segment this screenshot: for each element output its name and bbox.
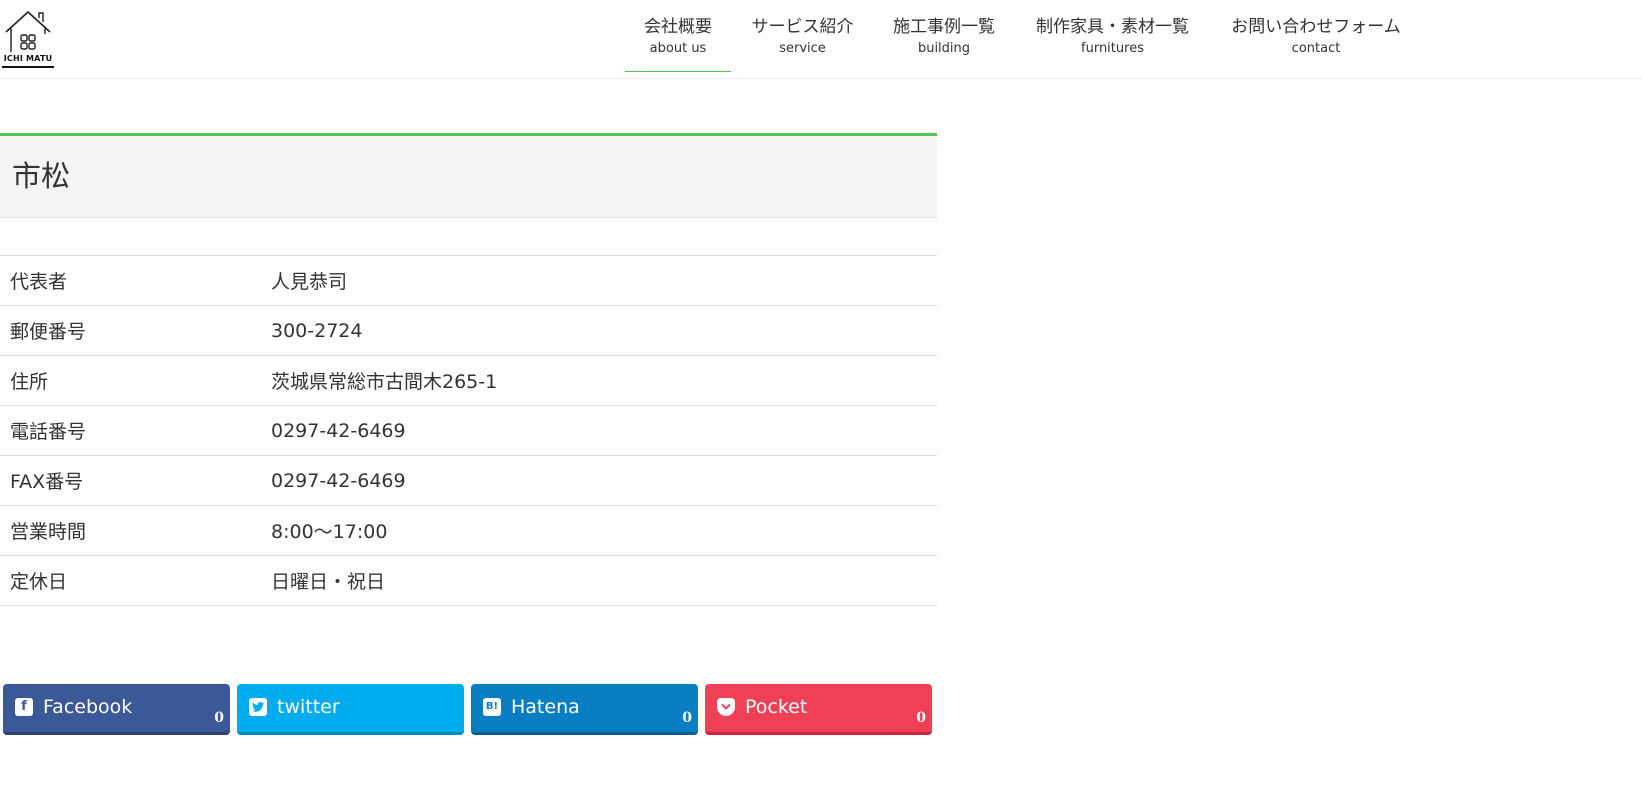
nav-item-label: サービス紹介 [751,17,854,37]
site-logo[interactable]: ICHI MATU [2,10,54,70]
share-label: twitter [277,696,340,718]
house-logo-icon [5,10,51,52]
share-count: 0 [214,710,224,726]
row-value: 0297-42-6469 [261,455,937,506]
table-row: 郵便番号 300-2724 [0,305,937,356]
table-row: FAX番号 0297-42-6469 [0,455,937,506]
facebook-icon: f [15,698,33,716]
share-count: 0 [682,710,692,726]
site-header: ICHI MATU 会社概要 about us サービス紹介 service 施… [0,0,1642,79]
logo-underline [2,66,54,68]
share-label: Facebook [43,696,133,718]
row-label: 代表者 [0,255,261,306]
share-label: Pocket [745,696,808,718]
row-label: 住所 [0,355,261,406]
hatena-share-button[interactable]: B! Hatena 0 [471,684,698,735]
row-label: 定休日 [0,555,261,606]
table-row: 住所 茨城県常総市古間木265-1 [0,355,937,406]
row-value: 8:00～17:00 [261,505,937,556]
nav-item-sublabel: furnitures [1081,41,1144,56]
pocket-share-button[interactable]: Pocket 0 [705,684,932,735]
row-label: 営業時間 [0,505,261,556]
row-label: 電話番号 [0,405,261,456]
table-row: 電話番号 0297-42-6469 [0,405,937,456]
main-nav: 会社概要 about us サービス紹介 service 施工事例一覧 buil… [625,0,1421,78]
row-value: 300-2724 [261,305,937,356]
nav-item-label: お問い合わせフォーム [1231,17,1401,37]
nav-item-contact[interactable]: お問い合わせフォーム contact [1211,0,1421,72]
nav-item-service[interactable]: サービス紹介 service [731,0,874,72]
nav-item-label: 施工事例一覧 [893,17,995,37]
page-title: 市松 [12,159,71,193]
row-value: 日曜日・祝日 [261,555,937,606]
share-count: 0 [916,710,926,726]
row-value: 0297-42-6469 [261,405,937,456]
twitter-icon [249,698,267,716]
row-label: 郵便番号 [0,305,261,356]
logo-text: ICHI MATU [3,54,53,63]
nav-item-sublabel: contact [1291,41,1341,56]
pocket-icon [717,698,735,716]
nav-item-sublabel: service [779,41,826,56]
nav-item-about-us[interactable]: 会社概要 about us [625,0,731,72]
table-row: 営業時間 8:00～17:00 [0,505,937,556]
nav-item-sublabel: about us [649,41,707,56]
nav-item-furnitures[interactable]: 制作家具・素材一覧 furnitures [1014,0,1211,72]
table-row: 定休日 日曜日・祝日 [0,555,937,606]
share-label: Hatena [511,696,580,718]
nav-item-label: 会社概要 [644,17,712,37]
company-info-table: 代表者 人見恭司 郵便番号 300-2724 住所 茨城県常総市古間木265-1… [0,255,937,606]
row-value: 茨城県常総市古間木265-1 [261,355,937,406]
page-title-box: 市松 [0,133,937,218]
row-value: 人見恭司 [261,255,937,306]
nav-item-label: 制作家具・素材一覧 [1036,17,1189,37]
twitter-share-button[interactable]: twitter [237,684,464,735]
facebook-share-button[interactable]: f Facebook 0 [3,684,230,735]
hatena-icon: B! [483,698,501,716]
nav-item-building[interactable]: 施工事例一覧 building [874,0,1014,72]
nav-item-sublabel: building [917,41,971,56]
row-label: FAX番号 [0,455,261,506]
table-row: 代表者 人見恭司 [0,255,937,306]
share-buttons: f Facebook 0 twitter B! Hatena 0 Pocket … [3,684,932,735]
